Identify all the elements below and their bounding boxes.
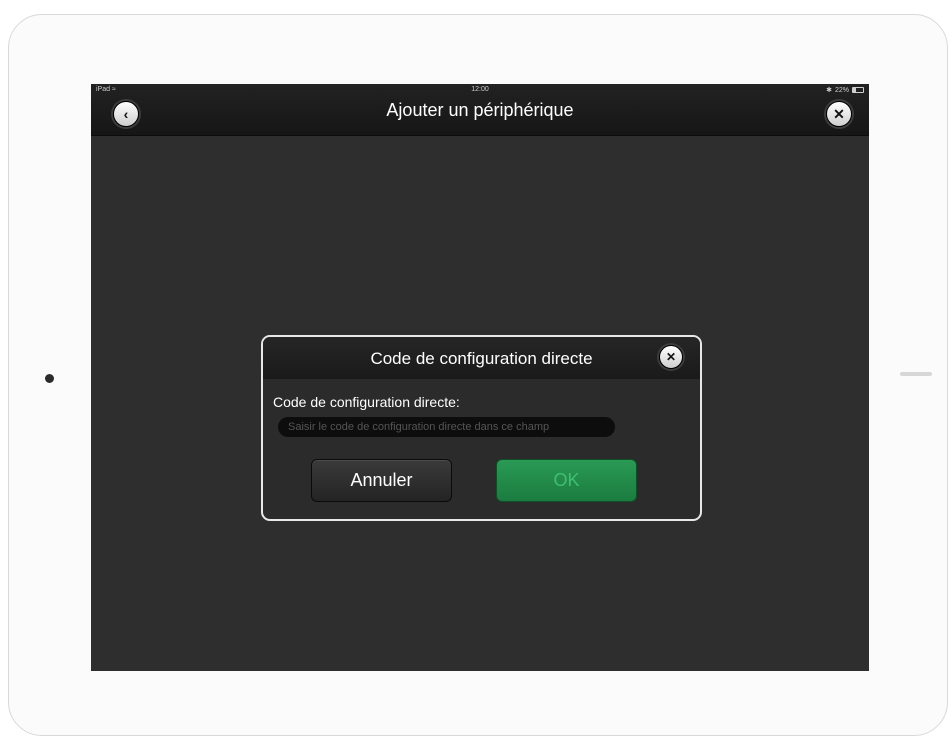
status-time: 12:00 (471, 86, 489, 93)
ok-button[interactable]: OK (496, 459, 637, 502)
close-icon: ✕ (665, 350, 677, 364)
dialog-title: Code de configuration directe (370, 349, 593, 368)
device-screen: iPad ≈ 12:00 ✱ 22% ‹ Ajouter un périphér… (91, 84, 869, 671)
config-code-input[interactable] (278, 417, 615, 437)
main-content: Code de configuration directe ✕ Code de … (91, 136, 869, 671)
cancel-button[interactable]: Annuler (311, 459, 452, 502)
dialog-close-button[interactable]: ✕ (659, 345, 683, 369)
side-indicator (900, 372, 932, 376)
config-code-label: Code de configuration directe: (273, 394, 460, 410)
close-button[interactable]: ✕ (826, 101, 852, 127)
config-code-dialog: Code de configuration directe ✕ Code de … (261, 335, 702, 521)
status-right: ✱ 22% (826, 86, 864, 94)
dialog-header: Code de configuration directe ✕ (263, 337, 700, 379)
battery-percent: 22% (834, 86, 849, 94)
navigation-bar: iPad ≈ 12:00 ✱ 22% ‹ Ajouter un périphér… (91, 84, 869, 136)
home-button[interactable] (45, 374, 54, 383)
close-icon: ✕ (833, 106, 845, 122)
page-title: Ajouter un périphérique (386, 100, 574, 120)
status-bar: iPad ≈ 12:00 ✱ 22% (91, 84, 869, 96)
battery-icon (852, 87, 864, 93)
bluetooth-icon: ✱ (826, 87, 832, 94)
